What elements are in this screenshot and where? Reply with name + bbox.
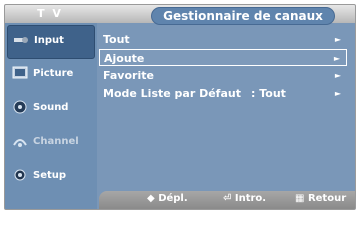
tv-label: T V: [37, 7, 63, 20]
return-icon: ▦: [295, 193, 305, 204]
chevron-right-icon: ►: [333, 54, 340, 63]
sidebar-item-label: Input: [34, 35, 64, 46]
chevron-right-icon: ►: [334, 71, 341, 80]
sidebar-item-label: Picture: [33, 68, 74, 79]
sidebar: Input Picture Sound Channel Setup: [5, 23, 97, 209]
menu-item-value: : Tout: [251, 87, 286, 100]
sidebar-item-channel[interactable]: Channel: [7, 127, 93, 159]
sidebar-item-input[interactable]: Input: [7, 25, 95, 59]
setup-icon: [14, 169, 26, 181]
input-icon: [14, 37, 28, 43]
header-bar: T V Gestionnaire de canaux: [5, 5, 355, 25]
move-label: Dépl.: [158, 193, 188, 204]
menu-item-label: Favorite: [103, 69, 154, 82]
menu-item-mode-liste-par-defaut[interactable]: Mode Liste par Défaut : Tout ►: [99, 85, 347, 102]
return-label: Retour: [307, 193, 347, 204]
sidebar-item-label: Setup: [33, 170, 67, 181]
menu-item-tout[interactable]: Tout ►: [99, 31, 347, 48]
menu-item-label: Ajoute: [104, 52, 145, 65]
menu-title: Gestionnaire de canaux: [151, 7, 335, 25]
sound-icon: [13, 100, 27, 114]
menu-panel: Tout ► Ajoute ► Favorite ► Mode Liste pa…: [99, 31, 347, 181]
chevron-right-icon: ►: [334, 89, 341, 98]
enter-icon: ⏎: [223, 193, 232, 204]
menu-item-favorite[interactable]: Favorite ►: [99, 67, 347, 84]
enter-hint: ⏎ Intro.: [223, 193, 266, 204]
sidebar-item-label: Channel: [33, 136, 79, 147]
move-hint: ◆ Dépl.: [147, 193, 188, 204]
picture-icon: [12, 66, 28, 79]
move-icon: ◆: [147, 193, 155, 204]
tv-screen: T V Gestionnaire de canaux Input Picture…: [4, 4, 356, 210]
sidebar-item-label: Sound: [33, 102, 69, 113]
menu-item-ajoute[interactable]: Ajoute ►: [99, 49, 347, 66]
menu-item-label: Tout: [103, 33, 130, 46]
sidebar-item-sound[interactable]: Sound: [7, 93, 93, 125]
sidebar-item-setup[interactable]: Setup: [7, 161, 93, 193]
channel-icon: [13, 139, 27, 147]
sidebar-item-picture[interactable]: Picture: [7, 59, 93, 91]
menu-item-label: Mode Liste par Défaut: [103, 87, 241, 100]
return-hint: ▦ Retour: [295, 193, 346, 204]
chevron-right-icon: ►: [334, 35, 341, 44]
enter-label: Intro.: [234, 193, 267, 204]
footer-bar: ◆ Dépl. ⏎ Intro. ▦ Retour: [99, 191, 355, 209]
